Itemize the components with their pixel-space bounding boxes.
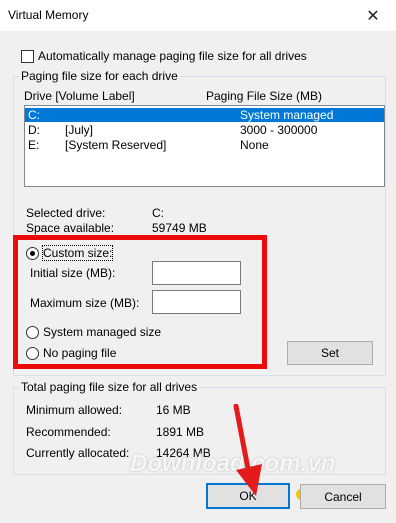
currently-allocated-label: Currently allocated: <box>26 446 130 460</box>
auto-manage-checkbox[interactable] <box>21 50 34 63</box>
drive-volume-label: [July] <box>65 123 94 137</box>
set-button-label: Set <box>320 346 339 360</box>
selected-drive-value: C: <box>152 206 164 220</box>
close-button[interactable]: ✕ <box>350 0 396 31</box>
title-bar: Virtual Memory ✕ <box>0 0 396 31</box>
close-icon: ✕ <box>366 7 380 25</box>
window-title: Virtual Memory <box>8 8 89 22</box>
drive-paging-size: None <box>240 138 269 152</box>
column-header-size: Paging File Size (MB) <box>206 89 323 103</box>
drive-row-d[interactable]: D: [July] 3000 - 300000 <box>25 123 384 137</box>
selected-drive-label: Selected drive: <box>26 206 106 220</box>
drive-row-e[interactable]: E: [System Reserved] None <box>25 138 384 152</box>
drive-paging-size: 3000 - 300000 <box>240 123 318 137</box>
drive-row-c[interactable]: C: System managed <box>25 108 384 122</box>
drive-paging-size: System managed <box>240 108 334 122</box>
auto-manage-label[interactable]: Automatically manage paging file size fo… <box>38 49 307 63</box>
minimum-allowed-value: 16 MB <box>156 403 191 417</box>
minimum-allowed-label: Minimum allowed: <box>26 403 123 417</box>
recommended-label: Recommended: <box>26 425 111 439</box>
highlight-box <box>13 235 267 369</box>
space-available-label: Space available: <box>26 221 115 235</box>
drive-letter: E: <box>28 138 40 152</box>
recommended-value: 1891 MB <box>156 425 205 439</box>
drive-list[interactable]: C: System managed D: [July] 3000 - 30000… <box>24 105 385 187</box>
dialog-client-area: Automatically manage paging file size fo… <box>0 31 396 523</box>
paging-group-title: Paging file size for each drive <box>19 69 180 83</box>
cancel-button[interactable]: Cancel <box>300 484 386 509</box>
drive-letter: D: <box>28 123 40 137</box>
space-available-value: 59749 MB <box>152 221 207 235</box>
cancel-button-label: Cancel <box>324 489 362 504</box>
drive-volume-label: [System Reserved] <box>65 138 167 152</box>
drive-letter: C: <box>28 108 40 122</box>
red-arrow-icon <box>233 404 262 496</box>
totals-group-title: Total paging file size for all drives <box>19 380 200 394</box>
column-header-drive: Drive [Volume Label] <box>24 89 135 103</box>
set-button[interactable]: Set <box>287 341 373 365</box>
